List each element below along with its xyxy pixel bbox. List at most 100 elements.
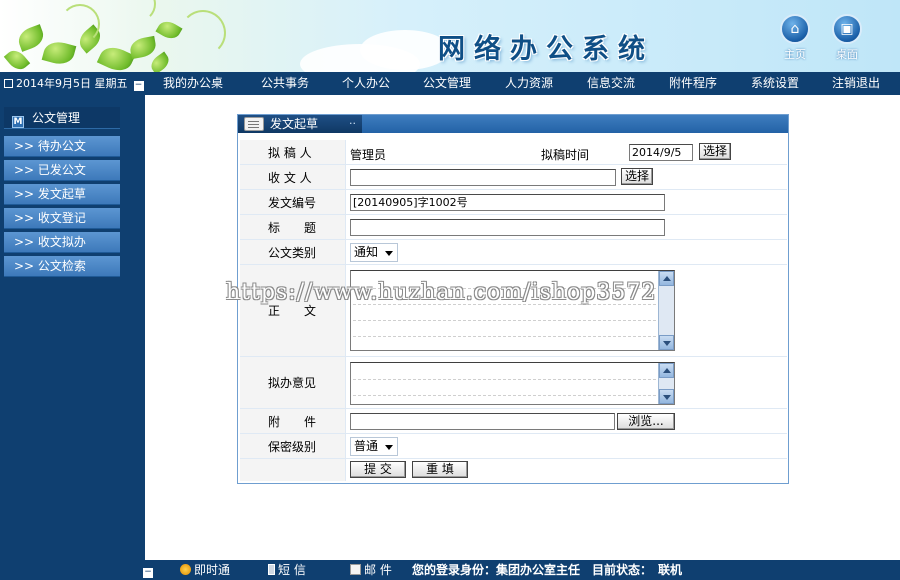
secrecy-select[interactable]: 普通 <box>350 437 398 456</box>
chevron-down-icon <box>385 445 393 450</box>
row-drafter: 拟 稿 人 管理员 拟稿时间 2014/9/5 选择 <box>240 140 787 165</box>
leaf-decoration <box>128 35 158 60</box>
desktop-label: 桌面 <box>836 48 858 61</box>
calendar-icon <box>4 79 13 88</box>
vine-decoration <box>60 4 100 44</box>
desktop-button[interactable]: ▣ 桌面 <box>825 14 869 62</box>
cloud-decoration <box>360 30 450 70</box>
sidebar-item-receive-register[interactable]: >> 收文登记 <box>4 208 120 229</box>
leaf-decoration <box>96 42 136 72</box>
draft-time-select-button[interactable]: 选择 <box>699 143 731 160</box>
row-doc-number: 发文编号 [20140905]字1002号 <box>240 190 787 215</box>
home-label: 主页 <box>784 48 806 61</box>
body-scrollbar[interactable] <box>658 271 674 350</box>
status-bar: − 即时通 短 信 邮 件 您的登录身份：集团办公室主任 目前状态： 联机 <box>0 560 900 580</box>
row-opinion: 拟办意见 <box>240 357 787 409</box>
nav-document-management[interactable]: 公文管理 <box>423 72 471 95</box>
drafter-label: 拟 稿 人 <box>240 140 346 164</box>
scroll-down-icon[interactable] <box>659 389 674 404</box>
vine-decoration <box>180 10 226 56</box>
sidebar-item-sent[interactable]: >> 已发公文 <box>4 160 120 181</box>
row-actions: 提 交 重 填 <box>240 459 787 481</box>
status-label: 目前状态： <box>592 563 653 577</box>
sidebar-item-receive-process[interactable]: >> 收文拟办 <box>4 232 120 253</box>
tab-ellipsis: .. <box>349 114 356 127</box>
nav-my-desk[interactable]: 我的办公桌 <box>163 72 223 95</box>
actions-label-cell <box>240 459 346 481</box>
mail-button[interactable]: 邮 件 <box>350 560 392 580</box>
mail-label: 邮 件 <box>364 563 392 577</box>
leaf-decoration <box>15 24 47 52</box>
draft-time-label: 拟稿时间 <box>541 148 590 162</box>
sidebar-header-label: 公文管理 <box>32 111 81 125</box>
sidebar: M 公文管理 >> 待办公文 >> 已发公文 >> 发文起草 >> 收文登记 >>… <box>0 95 145 560</box>
nav-attachment-programs[interactable]: 附件程序 <box>669 72 717 95</box>
subject-field[interactable] <box>350 219 665 236</box>
document-icon <box>244 117 264 131</box>
reset-button[interactable]: 重 填 <box>412 461 468 478</box>
opinion-scrollbar[interactable] <box>658 363 674 404</box>
sidebar-item-draft[interactable]: >> 发文起草 <box>4 184 120 205</box>
browse-button[interactable]: 浏览... <box>617 413 675 430</box>
nav-human-resources[interactable]: 人力资源 <box>505 72 553 95</box>
panel-header: 发文起草 .. <box>238 114 788 133</box>
sidebar-header: M 公文管理 <box>4 107 120 129</box>
attachment-label: 附 件 <box>240 409 346 433</box>
recipient-field[interactable] <box>350 169 616 186</box>
nav-system-settings[interactable]: 系统设置 <box>751 72 799 95</box>
recipient-select-button[interactable]: 选择 <box>621 168 653 185</box>
header-banner: 网络办公系统 ⌂ 主页 ▣ 桌面 <box>0 0 900 72</box>
date-text: 2014年9月5日 星期五 <box>16 77 128 90</box>
main-nav: 2014年9月5日 星期五 − 我的办公桌 公共事务 个人办公 公文管理 人力资源… <box>0 72 900 95</box>
draft-time-field[interactable]: 2014/9/5 <box>629 144 693 161</box>
textarea-line <box>353 336 656 337</box>
secrecy-label: 保密级别 <box>240 434 346 458</box>
sidebar-item-pending[interactable]: >> 待办公文 <box>4 136 120 157</box>
instant-messenger-button[interactable]: 即时通 <box>180 560 230 580</box>
textarea-line <box>353 320 656 321</box>
collapse-icon[interactable]: − <box>143 568 153 578</box>
leaf-decoration <box>155 17 183 43</box>
secrecy-selected-value: 普通 <box>354 439 379 453</box>
row-recipient: 收 文 人 选择 <box>240 165 787 190</box>
footer-collapse[interactable]: − <box>143 560 153 580</box>
nav-logout[interactable]: 注销退出 <box>832 72 880 95</box>
status-value: 联机 <box>658 563 683 577</box>
sms-button[interactable]: 短 信 <box>268 560 306 580</box>
collapse-icon[interactable]: − <box>133 81 144 91</box>
panel-title: 发文起草 <box>270 117 319 131</box>
scroll-up-icon[interactable] <box>659 363 674 378</box>
opinion-textarea[interactable] <box>350 362 675 405</box>
recipient-label: 收 文 人 <box>240 165 346 189</box>
row-secrecy: 保密级别 普通 <box>240 434 787 459</box>
mail-icon <box>350 564 361 575</box>
row-category: 公文类别 通知 <box>240 240 787 265</box>
opinion-label: 拟办意见 <box>240 357 346 408</box>
messenger-icon <box>180 564 191 575</box>
panel-title-tab: 发文起草 .. <box>238 114 362 133</box>
row-attachment: 附 件 浏览... <box>240 409 787 434</box>
attachment-field[interactable] <box>350 413 615 430</box>
sms-label: 短 信 <box>278 563 306 577</box>
instant-label: 即时通 <box>194 563 231 577</box>
doc-number-field[interactable]: [20140905]字1002号 <box>350 194 665 211</box>
chevron-down-icon <box>385 251 393 256</box>
row-subject: 标 题 <box>240 215 787 240</box>
submit-button[interactable]: 提 交 <box>350 461 406 478</box>
scroll-up-icon[interactable] <box>659 271 674 286</box>
drafter-value: 管理员 <box>350 148 387 162</box>
sidebar-item-search[interactable]: >> 公文检索 <box>4 256 120 277</box>
nav-public-affairs[interactable]: 公共事务 <box>261 72 309 95</box>
desktop-icon: ▣ <box>832 14 862 44</box>
leaf-decoration <box>41 38 77 68</box>
body-label: 正 文 <box>240 265 346 356</box>
category-select[interactable]: 通知 <box>350 243 398 262</box>
nav-personal-office[interactable]: 个人办公 <box>342 72 390 95</box>
home-button[interactable]: ⌂ 主页 <box>773 14 817 62</box>
login-identity: 您的登录身份：集团办公室主任 <box>412 563 581 577</box>
scroll-down-icon[interactable] <box>659 335 674 350</box>
vine-decoration <box>120 0 156 22</box>
leaf-decoration <box>147 51 173 72</box>
nav-information-exchange[interactable]: 信息交流 <box>587 72 635 95</box>
watermark: https://www.huzhan.com/ishop3572 <box>226 280 657 305</box>
